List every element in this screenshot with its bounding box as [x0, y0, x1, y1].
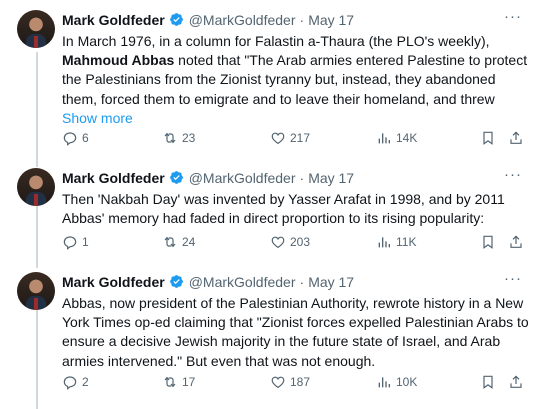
reply-button[interactable]: 1: [62, 234, 89, 250]
bookmark-icon: [483, 131, 493, 145]
heart-icon: [271, 236, 285, 249]
retweet-count: 24: [182, 235, 196, 249]
author-name[interactable]: Mark Goldfeder: [62, 12, 165, 28]
avatar[interactable]: [17, 168, 55, 206]
share-button[interactable]: [508, 130, 524, 146]
retweet-count: 17: [182, 375, 196, 389]
like-button[interactable]: 203: [270, 234, 310, 250]
retweet-icon: [164, 376, 176, 388]
reply-count: 1: [82, 235, 89, 249]
avatar[interactable]: [17, 10, 55, 48]
like-count: 217: [290, 131, 311, 145]
avatar[interactable]: [17, 272, 55, 310]
timestamp[interactable]: May 17: [308, 12, 354, 28]
more-options-icon[interactable]: ···: [504, 8, 522, 25]
separator: ·: [299, 273, 305, 290]
views-button[interactable]: 11K: [376, 234, 416, 250]
analytics-icon: [378, 377, 390, 388]
reply-icon: [63, 236, 77, 250]
reply-button[interactable]: 2: [62, 374, 89, 390]
retweet-button[interactable]: 23: [162, 130, 195, 146]
tweet-text: Abbas, now president of the Palestinian …: [62, 295, 529, 369]
author-name[interactable]: Mark Goldfeder: [62, 274, 165, 290]
retweet-button[interactable]: 24: [162, 234, 195, 250]
mention-bold: Mahmoud Abbas: [62, 52, 175, 69]
more-options-icon[interactable]: ···: [504, 166, 522, 183]
retweet-count: 23: [182, 131, 196, 145]
share-icon: [510, 131, 522, 144]
tweet-header: Mark Goldfeder @MarkGoldfeder · May 17: [62, 10, 354, 29]
reply-icon: [63, 376, 77, 390]
bookmark-button[interactable]: [480, 130, 496, 146]
bookmark-button[interactable]: [480, 374, 496, 390]
analytics-icon: [378, 133, 390, 144]
share-icon: [510, 235, 522, 248]
bookmark-icon: [483, 235, 493, 249]
author-handle[interactable]: @MarkGoldfeder: [189, 170, 296, 186]
separator: ·: [299, 169, 305, 186]
tweet[interactable]: Mark Goldfeder @MarkGoldfeder · May 17 ·…: [0, 0, 540, 160]
like-button[interactable]: 217: [270, 130, 310, 146]
like-button[interactable]: 187: [270, 374, 310, 390]
tweet-header: Mark Goldfeder @MarkGoldfeder · May 17: [62, 272, 354, 291]
author-handle[interactable]: @MarkGoldfeder: [189, 274, 296, 290]
tweet-header: Mark Goldfeder @MarkGoldfeder · May 17: [62, 168, 354, 187]
timestamp[interactable]: May 17: [308, 170, 354, 186]
heart-icon: [271, 376, 285, 389]
view-count: 10K: [396, 375, 418, 389]
retweet-button[interactable]: 17: [162, 374, 195, 390]
author-handle[interactable]: @MarkGoldfeder: [189, 12, 296, 28]
timestamp[interactable]: May 17: [308, 274, 354, 290]
tweet-text: In March 1976, in a column for Falastin …: [62, 32, 532, 128]
views-button[interactable]: 10K: [376, 374, 417, 390]
verified-badge-icon: [169, 13, 183, 26]
share-button[interactable]: [508, 374, 524, 390]
tweet-text-part: In March 1976, in a column for Falastin …: [62, 33, 490, 49]
retweet-icon: [164, 236, 176, 248]
bookmark-button[interactable]: [480, 234, 496, 250]
more-options-icon[interactable]: ···: [504, 270, 522, 287]
views-button[interactable]: 14K: [376, 130, 417, 146]
action-bar: 6 23 217 14K: [62, 130, 526, 150]
share-icon: [510, 375, 522, 388]
separator: ·: [299, 11, 305, 28]
verified-badge-icon: [169, 275, 183, 288]
show-more-link[interactable]: Show more: [62, 110, 133, 126]
reply-button[interactable]: 6: [62, 130, 89, 146]
view-count: 11K: [396, 235, 417, 249]
heart-icon: [271, 132, 285, 145]
retweet-icon: [164, 132, 176, 144]
author-name[interactable]: Mark Goldfeder: [62, 170, 165, 186]
analytics-icon: [378, 237, 390, 248]
reply-icon: [63, 132, 77, 146]
tweet[interactable]: Mark Goldfeder @MarkGoldfeder · May 17 ·…: [0, 265, 540, 409]
action-bar: 2 17 187 10K: [62, 374, 526, 394]
verified-badge-icon: [169, 171, 183, 184]
like-count: 203: [290, 235, 311, 249]
reply-count: 6: [82, 131, 89, 145]
tweet-text: Then 'Nakbah Day' was invented by Yasser…: [62, 191, 505, 227]
share-button[interactable]: [508, 234, 524, 250]
like-count: 187: [290, 375, 311, 389]
tweet[interactable]: Mark Goldfeder @MarkGoldfeder · May 17 ·…: [0, 160, 540, 265]
reply-count: 2: [82, 375, 89, 389]
view-count: 14K: [396, 131, 418, 145]
action-bar: 1 24 203 11K: [62, 234, 526, 254]
bookmark-icon: [483, 375, 493, 389]
